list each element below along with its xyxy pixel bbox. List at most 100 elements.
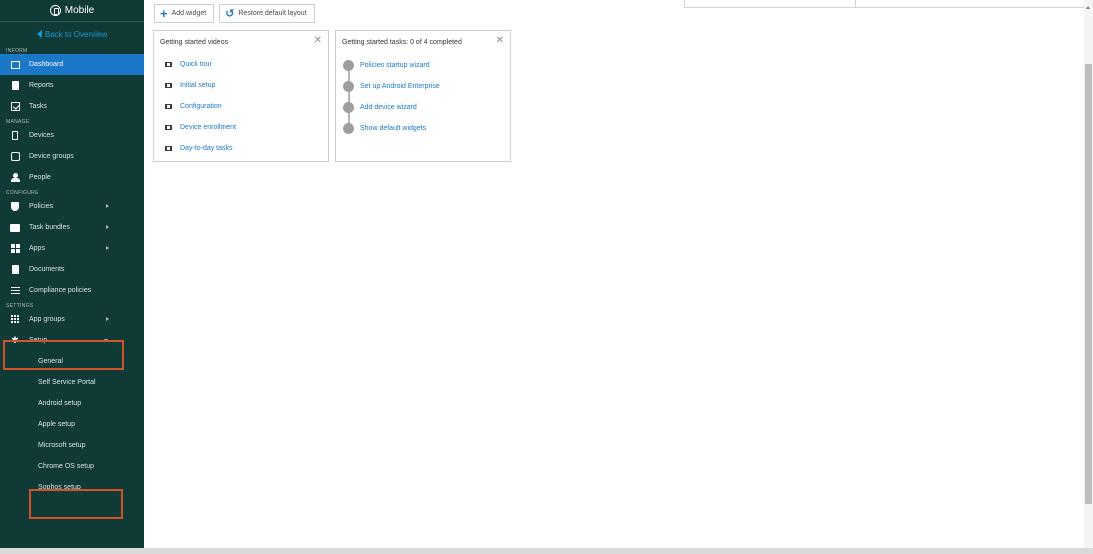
video-link-initial-setup[interactable]: Initial setup — [165, 82, 215, 89]
sidebar-item-tasks[interactable]: Tasks — [0, 96, 144, 117]
step-dot-icon — [343, 123, 354, 134]
film-icon — [165, 62, 172, 67]
person-icon — [10, 173, 20, 183]
apps-grid-icon — [10, 244, 20, 254]
chevron-right-icon — [106, 246, 109, 250]
dashboard-icon — [10, 60, 20, 70]
setup-sub-self-service-portal[interactable]: Self Service Portal — [0, 372, 144, 393]
video-link-day-to-day-tasks[interactable]: Day-to-day tasks — [165, 145, 233, 152]
sidebar-item-label: Devices — [29, 132, 54, 139]
video-link-device-enrollment[interactable]: Device enrollment — [165, 124, 236, 131]
dashboard-main: + Add widget ↺ Restore default layout Ge… — [144, 0, 1084, 548]
video-link-quick-tour[interactable]: Quick tour — [165, 61, 212, 68]
film-icon — [165, 104, 172, 109]
sidebar-item-documents[interactable]: Documents — [0, 259, 144, 280]
video-label: Configuration — [180, 103, 222, 110]
phone-icon — [10, 131, 20, 141]
sidebar: Mobile Back to Overview INFORM Dashboard… — [0, 0, 144, 548]
sidebar-item-label: Tasks — [29, 103, 47, 110]
widget-title: Getting started tasks: 0 of 4 completed — [342, 39, 462, 46]
shield-icon — [10, 202, 20, 212]
task-timeline-line — [348, 62, 350, 126]
back-to-overview-link[interactable]: Back to Overview — [0, 22, 144, 46]
section-inform: INFORM — [6, 48, 28, 54]
section-manage: MANAGE — [6, 119, 30, 125]
video-label: Day-to-day tasks — [180, 145, 233, 152]
sidebar-item-label: People — [29, 174, 51, 181]
getting-started-tasks-widget: Getting started tasks: 0 of 4 completed … — [335, 30, 511, 162]
app-groups-grid-icon — [10, 315, 20, 325]
tasks-checkbox-icon — [10, 102, 20, 112]
task-step-show-default-widgets[interactable]: Show default widgets — [343, 123, 426, 134]
sidebar-item-task-bundles[interactable]: Task bundles — [0, 217, 144, 238]
restore-layout-button[interactable]: ↺ Restore default layout — [219, 4, 315, 23]
step-dot-icon — [343, 102, 354, 113]
scroll-up-arrow-icon[interactable] — [1086, 6, 1090, 9]
setup-sub-apple[interactable]: Apple setup — [0, 414, 144, 435]
task-step-add-device-wizard[interactable]: Add device wizard — [343, 102, 417, 113]
top-search-field[interactable] — [684, 0, 856, 8]
list-icon — [10, 286, 20, 296]
task-label: Show default widgets — [360, 125, 427, 132]
sidebar-item-label: Policies — [29, 203, 54, 210]
sidebar-item-devices[interactable]: Devices — [0, 125, 144, 146]
sidebar-item-label: Dashboard — [29, 61, 64, 68]
reports-icon — [10, 81, 20, 91]
close-icon[interactable]: ✕ — [314, 35, 322, 46]
vertical-scrollbar-thumb[interactable] — [1085, 64, 1092, 504]
add-widget-button[interactable]: + Add widget — [154, 4, 215, 23]
task-label: Policies startup wizard — [360, 62, 430, 69]
video-label: Quick tour — [180, 61, 212, 68]
sidebar-item-policies[interactable]: Policies — [0, 196, 144, 217]
sidebar-item-label: Documents — [29, 266, 65, 273]
task-step-policies-wizard[interactable]: Policies startup wizard — [343, 60, 430, 71]
chevron-right-icon — [106, 225, 109, 229]
device-groups-icon — [10, 152, 20, 162]
step-dot-icon — [343, 81, 354, 92]
task-label: Add device wizard — [360, 104, 417, 111]
getting-started-videos-widget: Getting started videos ✕ Quick tour Init… — [153, 30, 329, 162]
section-settings: SETTINGS — [6, 303, 34, 309]
sophos-setup-highlight-box — [29, 489, 123, 519]
back-arrow-icon — [36, 30, 42, 38]
horizontal-scrollbar[interactable] — [0, 548, 1093, 554]
sidebar-item-dashboard[interactable]: Dashboard — [0, 54, 144, 75]
setup-sub-chrome-os[interactable]: Chrome OS setup — [0, 456, 144, 477]
sidebar-item-label: Reports — [29, 82, 54, 89]
chevron-right-icon — [106, 204, 109, 208]
mobile-logo-icon — [49, 5, 61, 16]
video-label: Device enrollment — [180, 124, 237, 131]
sidebar-item-apps[interactable]: Apps — [0, 238, 144, 259]
film-icon — [165, 125, 172, 130]
brand-header: Mobile — [0, 0, 144, 22]
add-widget-label: Add widget — [171, 10, 207, 17]
sidebar-item-label: Apps — [29, 245, 45, 252]
chevron-right-icon — [106, 317, 109, 321]
back-label: Back to Overview — [44, 29, 108, 39]
sidebar-item-label: App groups — [29, 316, 65, 323]
video-link-configuration[interactable]: Configuration — [165, 103, 222, 110]
sidebar-item-compliance-policies[interactable]: Compliance policies — [0, 280, 144, 301]
sidebar-item-reports[interactable]: Reports — [0, 75, 144, 96]
close-icon[interactable]: ✕ — [496, 35, 504, 46]
sidebar-item-label: Task bundles — [29, 224, 70, 231]
sidebar-item-label: Compliance policies — [29, 287, 92, 294]
header-divider — [856, 7, 1084, 8]
setup-sub-android[interactable]: Android setup — [0, 393, 144, 414]
setup-sub-microsoft[interactable]: Microsoft setup — [0, 435, 144, 456]
film-icon — [165, 146, 172, 151]
sidebar-item-label: Device groups — [29, 153, 74, 160]
widget-title: Getting started videos — [160, 39, 229, 46]
document-icon — [10, 265, 20, 275]
restore-arrow-icon: ↺ — [225, 7, 235, 20]
video-label: Initial setup — [180, 82, 216, 89]
sidebar-item-people[interactable]: People — [0, 167, 144, 188]
sidebar-item-app-groups[interactable]: App groups — [0, 309, 144, 330]
film-icon — [165, 83, 172, 88]
sidebar-item-device-groups[interactable]: Device groups — [0, 146, 144, 167]
task-step-android-enterprise[interactable]: Set up Android Enterprise — [343, 81, 440, 92]
task-bundles-icon — [10, 223, 20, 233]
brand-title: Mobile — [64, 5, 95, 16]
restore-layout-label: Restore default layout — [238, 10, 307, 17]
setup-highlight-box — [3, 340, 124, 370]
